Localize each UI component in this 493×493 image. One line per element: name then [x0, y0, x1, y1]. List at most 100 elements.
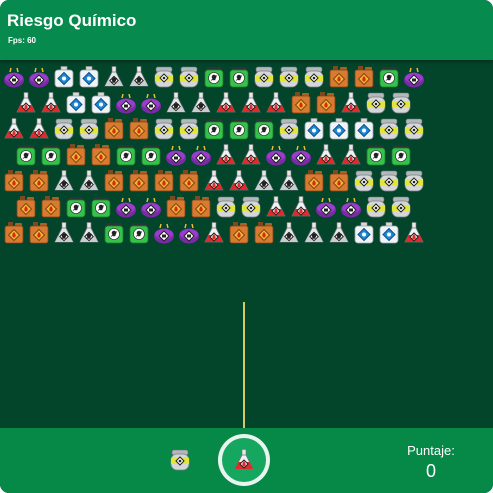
red-flask-piece [289, 195, 313, 219]
gray-canister-piece [277, 65, 301, 89]
explosive-blue-bottle-icon [91, 92, 111, 114]
score-label: Puntaje: [407, 443, 455, 458]
gray-canister-piece [364, 195, 388, 219]
gray-canister-piece [252, 65, 276, 89]
purple-bag-piece [27, 65, 51, 89]
explosive-blue-bottle-icon [304, 118, 324, 140]
flammable-orange-jug-icon [129, 170, 149, 192]
explosive-blue-bottle-icon [354, 118, 374, 140]
green-jar-piece [227, 65, 251, 89]
environment-gray-flask-icon [329, 222, 349, 243]
gray-canister-piece [352, 169, 376, 193]
gray-flask-piece [277, 221, 301, 245]
game-board[interactable] [0, 60, 493, 430]
red-flask-piece [264, 195, 288, 219]
irritant-gray-canister-icon [354, 170, 374, 192]
green-jar-piece [102, 221, 126, 245]
red-flask-piece [239, 143, 263, 167]
orange-jug-piece [64, 143, 88, 167]
gray-canister-piece [77, 117, 101, 141]
red-flask-piece [202, 221, 226, 245]
orange-jug-piece [14, 195, 38, 219]
flammable-orange-jug-icon [229, 222, 249, 244]
gray-canister-piece [302, 65, 326, 89]
green-jar-piece [202, 65, 226, 89]
irritant-gray-canister-icon [404, 118, 424, 140]
red-flask-piece [339, 91, 363, 115]
flammable-orange-jug-icon [104, 170, 124, 192]
irritant-gray-canister-icon [216, 196, 236, 218]
red-flask-piece [339, 143, 363, 167]
green-jar-piece [89, 195, 113, 219]
flammable-red-flask-icon [341, 144, 361, 165]
irritant-gray-canister-icon [179, 66, 199, 88]
gray-canister-piece [52, 117, 76, 141]
red-flask-piece [227, 169, 251, 193]
gray-flask-piece [127, 65, 151, 89]
gray-canister-piece [239, 195, 263, 219]
blue-bottle-piece [352, 117, 376, 141]
red-flask-piece [214, 91, 238, 115]
blue-bottle-piece [64, 91, 88, 115]
green-jar-piece [364, 143, 388, 167]
purple-bag-piece [164, 143, 188, 167]
flammable-orange-jug-icon [329, 66, 349, 88]
purple-bag-piece [139, 195, 163, 219]
flammable-orange-jug-icon [4, 170, 24, 192]
next-piece-preview [168, 448, 192, 472]
irritant-gray-canister-icon [366, 196, 386, 218]
flammable-red-flask-icon [266, 92, 286, 113]
shooter-button[interactable] [218, 434, 270, 486]
orange-jug-piece [327, 65, 351, 89]
corrosive-purple-bag-icon [116, 197, 136, 218]
flammable-orange-jug-icon [16, 196, 36, 218]
green-jar-piece [389, 143, 413, 167]
flammable-orange-jug-icon [29, 170, 49, 192]
toxic-green-jar-icon [204, 119, 224, 140]
irritant-gray-canister-icon [379, 118, 399, 140]
toxic-green-jar-icon [104, 223, 124, 244]
flammable-red-flask-icon [41, 92, 61, 113]
red-flask-piece [402, 221, 426, 245]
green-jar-piece [114, 143, 138, 167]
environment-gray-flask-icon [166, 92, 186, 113]
blue-bottle-piece [302, 117, 326, 141]
red-flask-piece [2, 117, 26, 141]
flammable-red-flask-icon [4, 118, 24, 139]
toxic-green-jar-icon [204, 67, 224, 88]
irritant-gray-canister-icon [391, 92, 411, 114]
environment-gray-flask-icon [54, 222, 74, 243]
explosive-blue-bottle-icon [379, 222, 399, 244]
orange-jug-piece [227, 221, 251, 245]
irritant-gray-canister-icon [404, 170, 424, 192]
gray-flask-piece [302, 221, 326, 245]
orange-jug-piece [89, 143, 113, 167]
flammable-red-flask-icon [241, 144, 261, 165]
flammable-orange-jug-icon [29, 222, 49, 244]
toxic-green-jar-icon [91, 197, 111, 218]
gray-canister-piece [402, 117, 426, 141]
flammable-red-flask-icon [29, 118, 49, 139]
environment-gray-flask-icon [79, 170, 99, 191]
environment-gray-flask-icon [54, 170, 74, 191]
flammable-orange-jug-icon [254, 222, 274, 244]
purple-bag-piece [114, 195, 138, 219]
gray-canister-piece [389, 195, 413, 219]
flammable-orange-jug-icon [179, 170, 199, 192]
explosive-blue-bottle-icon [79, 66, 99, 88]
corrosive-purple-bag-icon [404, 67, 424, 88]
gray-flask-piece [164, 91, 188, 115]
explosive-blue-bottle-icon [329, 118, 349, 140]
gray-canister-piece [402, 169, 426, 193]
purple-bag-piece [152, 221, 176, 245]
flammable-orange-jug-icon [154, 170, 174, 192]
irritant-gray-canister-icon [279, 118, 299, 140]
toxic-green-jar-icon [379, 67, 399, 88]
gray-flask-piece [327, 221, 351, 245]
flammable-red-flask-icon [291, 196, 311, 217]
red-flask-piece [14, 91, 38, 115]
flammable-red-flask-icon [216, 144, 236, 165]
flammable-orange-jug-icon [354, 66, 374, 88]
flammable-orange-jug-icon [291, 92, 311, 114]
blue-bottle-piece [89, 91, 113, 115]
